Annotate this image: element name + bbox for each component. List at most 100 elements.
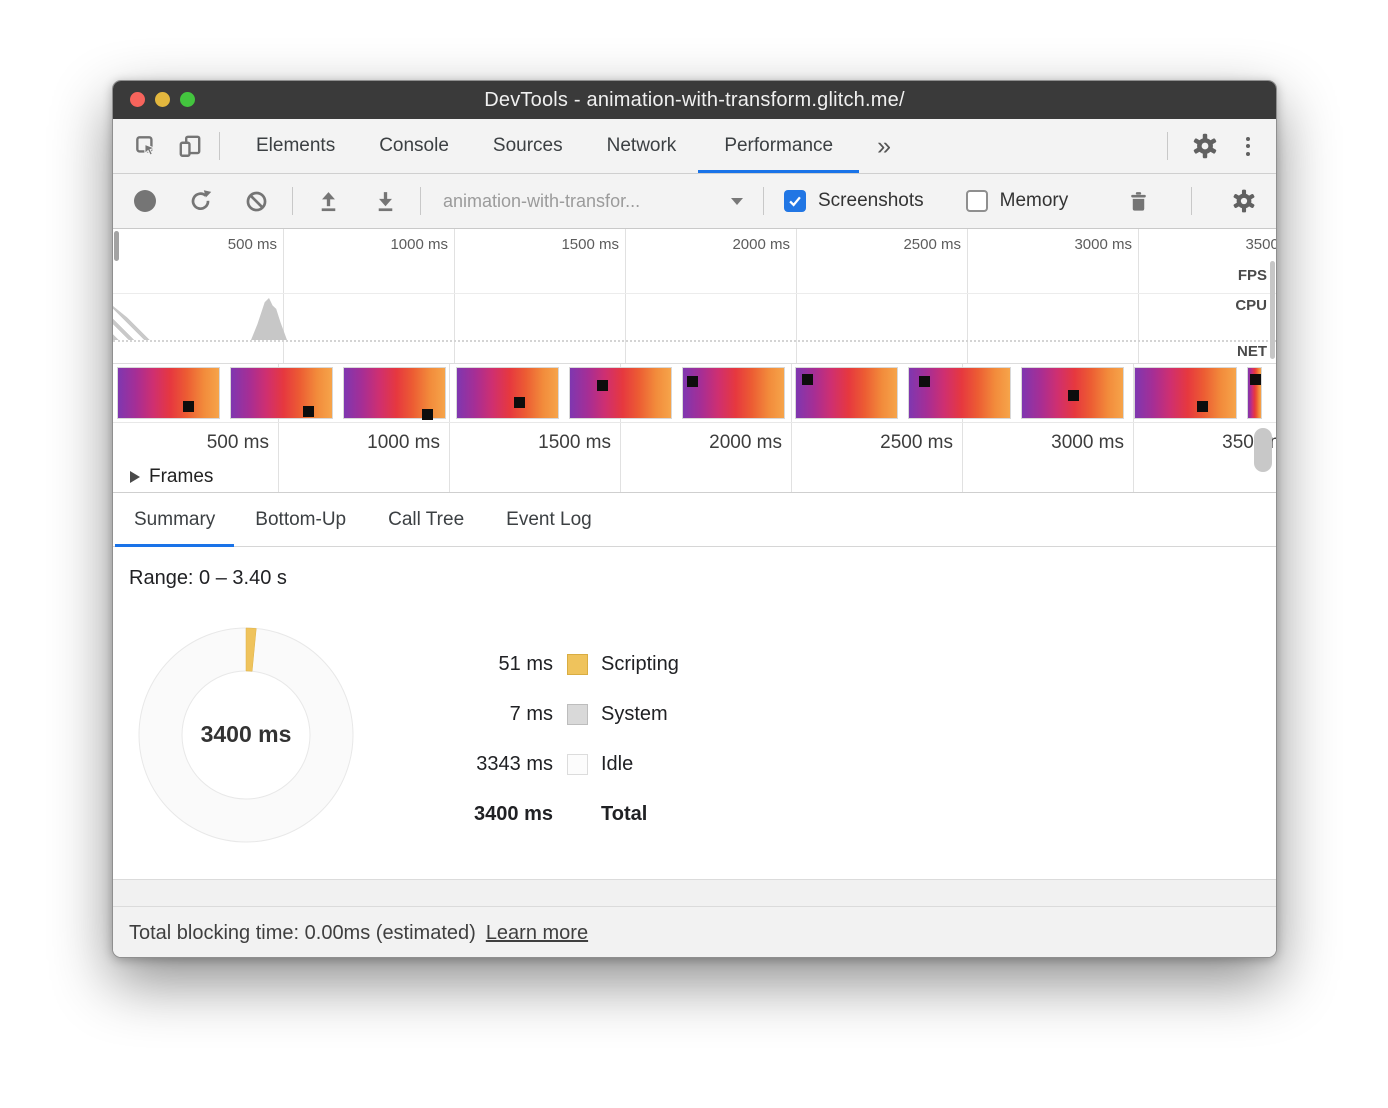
- device-toolbar-icon[interactable]: [175, 131, 205, 161]
- animated-box: [1068, 390, 1079, 401]
- legend-row-idle: 3343 ms Idle: [453, 739, 679, 789]
- memory-checkbox[interactable]: [966, 190, 988, 212]
- title-bar: DevTools - animation-with-transform.glit…: [113, 81, 1276, 119]
- cpu-activity-peak: [251, 298, 287, 340]
- frames-label: Frames: [149, 466, 213, 488]
- screenshot-thumbnail[interactable]: [570, 368, 671, 418]
- tab-summary[interactable]: Summary: [115, 493, 234, 546]
- cpu-track-label: CPU: [1235, 297, 1267, 314]
- animated-box: [802, 374, 813, 385]
- animated-box: [514, 397, 525, 408]
- legend-row-scripting: 51 ms Scripting: [453, 639, 679, 689]
- tab-sources[interactable]: Sources: [471, 119, 585, 173]
- divider: [763, 187, 764, 215]
- learn-more-link[interactable]: Learn more: [486, 922, 588, 945]
- settings-gear-icon[interactable]: [1190, 131, 1220, 161]
- trash-icon[interactable]: [1125, 188, 1151, 214]
- status-bar: Total blocking time: 0.00ms (estimated) …: [113, 907, 1276, 958]
- overview-scrollbar-thumb[interactable]: [114, 231, 119, 261]
- screenshot-thumbnail[interactable]: [118, 368, 219, 418]
- window-title: DevTools - animation-with-transform.glit…: [484, 89, 904, 112]
- resize-strip[interactable]: [113, 879, 1276, 907]
- divider: [292, 187, 293, 215]
- devtools-tab-bar: Elements Console Sources Network Perform…: [113, 119, 1276, 174]
- memory-label: Memory: [1000, 190, 1069, 212]
- summary-pane: Range: 0 – 3.40 s 3400 ms 51 ms Scriptin…: [113, 547, 1276, 879]
- frames-scrollbar-thumb[interactable]: [1254, 428, 1272, 472]
- screenshot-thumbnail[interactable]: [1135, 368, 1236, 418]
- screenshot-thumbnail[interactable]: [344, 368, 445, 418]
- screenshot-thumbnail[interactable]: [683, 368, 784, 418]
- panel-tabs: Elements Console Sources Network Perform…: [234, 119, 909, 173]
- idle-swatch: [567, 754, 588, 775]
- divider: [420, 187, 421, 215]
- net-track: NET: [113, 342, 1276, 363]
- animated-box: [597, 380, 608, 391]
- cpu-track: CPU: [113, 294, 1276, 342]
- legend-row-system: 7 ms System: [453, 689, 679, 739]
- clear-recording-icon[interactable]: [243, 188, 269, 214]
- fps-track-label: FPS: [1238, 267, 1267, 284]
- animated-box: [422, 409, 433, 420]
- load-profile-icon[interactable]: [315, 188, 341, 214]
- legend-row-total: 3400 ms Total: [453, 789, 679, 839]
- total-swatch-spacer: [567, 804, 588, 825]
- tab-performance[interactable]: Performance: [698, 119, 859, 173]
- screenshot-thumbnail[interactable]: [231, 368, 332, 418]
- tab-console[interactable]: Console: [357, 119, 471, 173]
- detail-tab-bar: Summary Bottom-Up Call Tree Event Log: [113, 493, 1276, 547]
- animated-box: [303, 406, 314, 417]
- animated-box: [183, 401, 194, 412]
- total-blocking-time-text: Total blocking time: 0.00ms (estimated): [129, 922, 476, 945]
- screenshot-thumbnail[interactable]: [909, 368, 1010, 418]
- performance-toolbar: animation-with-transfor... Screenshots M…: [113, 174, 1276, 229]
- screenshot-thumbnail[interactable]: [796, 368, 897, 418]
- tab-call-tree[interactable]: Call Tree: [367, 493, 485, 546]
- tab-network[interactable]: Network: [585, 119, 699, 173]
- screenshot-thumbnail[interactable]: [457, 368, 558, 418]
- donut-total-label: 3400 ms: [136, 721, 356, 748]
- cpu-hatch-pattern: [113, 306, 155, 340]
- overview-right-scrollbar-thumb[interactable]: [1270, 261, 1275, 359]
- screenshot-thumbnail[interactable]: [1248, 368, 1261, 418]
- record-button[interactable]: [134, 190, 156, 212]
- menu-dots-icon[interactable]: [1242, 137, 1254, 156]
- minimize-window-button[interactable]: [155, 92, 170, 107]
- tab-event-log[interactable]: Event Log: [485, 493, 613, 546]
- profile-select[interactable]: animation-with-transfor...: [443, 191, 743, 212]
- divider: [1167, 132, 1168, 160]
- animated-box: [1197, 401, 1208, 412]
- screenshot-filmstrip: [118, 368, 1261, 418]
- fps-track: FPS: [113, 259, 1276, 294]
- close-window-button[interactable]: [130, 92, 145, 107]
- devtools-window: DevTools - animation-with-transform.glit…: [112, 80, 1277, 958]
- timeline-overview[interactable]: 500 ms 1000 ms 1500 ms 2000 ms 2500 ms 3…: [113, 229, 1276, 363]
- screenshots-checkbox[interactable]: [784, 190, 806, 212]
- more-tabs-icon[interactable]: »: [859, 132, 909, 161]
- profile-select-value: animation-with-transfor...: [443, 191, 640, 212]
- inspect-element-icon[interactable]: [131, 131, 161, 161]
- animated-box: [919, 376, 930, 387]
- capture-settings-gear-icon[interactable]: [1231, 188, 1257, 214]
- reload-and-record-icon[interactable]: [187, 188, 213, 214]
- frames-disclosure-row[interactable]: Frames: [113, 460, 1276, 493]
- tab-elements[interactable]: Elements: [234, 119, 357, 173]
- tab-bottom-up[interactable]: Bottom-Up: [234, 493, 367, 546]
- system-swatch: [567, 704, 588, 725]
- save-profile-icon[interactable]: [372, 188, 398, 214]
- range-label: Range: 0 – 3.40 s: [129, 567, 287, 590]
- screenshots-label: Screenshots: [818, 190, 924, 212]
- summary-legend: 51 ms Scripting 7 ms System 3343 ms Idle…: [453, 639, 679, 839]
- disclosure-triangle-icon[interactable]: [130, 471, 140, 483]
- net-track-label: NET: [1237, 343, 1267, 360]
- filmstrip-section: 500 ms 1000 ms 1500 ms 2000 ms 2500 ms 3…: [113, 363, 1276, 493]
- divider: [1191, 187, 1192, 215]
- chevron-down-icon: [731, 198, 743, 205]
- zoom-window-button[interactable]: [180, 92, 195, 107]
- frames-time-labels: 500 ms 1000 ms 1500 ms 2000 ms 2500 ms 3…: [113, 422, 1276, 460]
- screenshot-thumbnail[interactable]: [1022, 368, 1123, 418]
- divider: [219, 132, 220, 160]
- animated-box: [1250, 374, 1261, 385]
- traffic-lights: [130, 92, 195, 107]
- timeline-ruler: 500 ms 1000 ms 1500 ms 2000 ms 2500 ms 3…: [113, 229, 1276, 259]
